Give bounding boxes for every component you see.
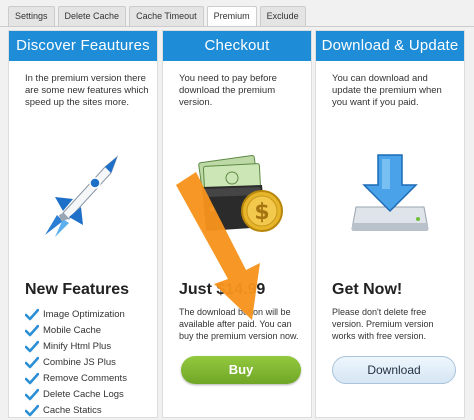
tab-delete-cache[interactable]: Delete Cache — [57, 6, 127, 26]
panel-description: You need to pay before download the prem… — [179, 73, 277, 108]
check-icon — [25, 325, 39, 337]
price-description: The download button will be available af… — [179, 307, 299, 341]
feature-label: Cache Statics — [43, 405, 102, 416]
feature-label: Image Optimization — [43, 309, 125, 320]
list-item: Mobile Cache — [25, 323, 127, 339]
price-title: Just $14.99 — [179, 281, 266, 298]
tab-bar: Settings Delete Cache Cache Timeout Prem… — [8, 6, 306, 27]
check-icon — [25, 405, 39, 417]
list-item: Delete Cache Logs — [25, 387, 127, 403]
list-item: Image Optimization — [25, 307, 127, 323]
buy-button[interactable]: Buy — [181, 356, 301, 384]
features-list: Image Optimization Mobile Cache Minify H… — [25, 307, 127, 419]
check-icon — [25, 373, 39, 385]
tab-exclude[interactable]: Exclude — [259, 6, 306, 26]
check-icon — [25, 341, 39, 353]
check-icon — [25, 357, 39, 369]
panel-description: In the premium version there are some ne… — [25, 73, 149, 108]
tab-settings[interactable]: Settings — [8, 6, 55, 26]
list-item: Remove Comments — [25, 371, 127, 387]
rocket-icon — [9, 149, 157, 249]
list-item: Combine JS Plus — [25, 355, 127, 371]
list-item: Minify Html Plus — [25, 339, 127, 355]
panel-header: Download & Update — [316, 31, 464, 61]
feature-label: Minify Html Plus — [43, 341, 112, 352]
tab-premium[interactable]: Premium — [206, 6, 257, 27]
download-drive-icon — [316, 149, 464, 249]
panel-description: You can download and update the premium … — [332, 73, 442, 108]
panel-header: Checkout — [163, 31, 311, 61]
check-icon — [25, 389, 39, 401]
new-features-title: New Features — [25, 281, 130, 298]
checkout-panel: Checkout You need to pay before download… — [162, 30, 312, 418]
feature-label: Combine JS Plus — [43, 357, 116, 368]
check-icon — [25, 309, 39, 321]
list-item: Cache Statics — [25, 403, 127, 419]
wallet-money-icon: $ — [163, 149, 311, 249]
svg-text:$: $ — [254, 200, 269, 225]
feature-label: Remove Comments — [43, 373, 127, 384]
download-button[interactable]: Download — [332, 356, 456, 384]
tab-divider — [0, 26, 474, 27]
discover-features-panel: Discover Feautures In the premium versio… — [8, 30, 158, 418]
download-note: Please don't delete free version. Premiu… — [332, 307, 434, 341]
feature-label: Delete Cache Logs — [43, 389, 124, 400]
tab-cache-timeout[interactable]: Cache Timeout — [129, 6, 204, 26]
get-now-title: Get Now! — [332, 281, 403, 298]
panel-header: Discover Feautures — [9, 31, 157, 61]
download-update-panel: Download & Update You can download and u… — [315, 30, 465, 418]
feature-label: Mobile Cache — [43, 325, 102, 336]
